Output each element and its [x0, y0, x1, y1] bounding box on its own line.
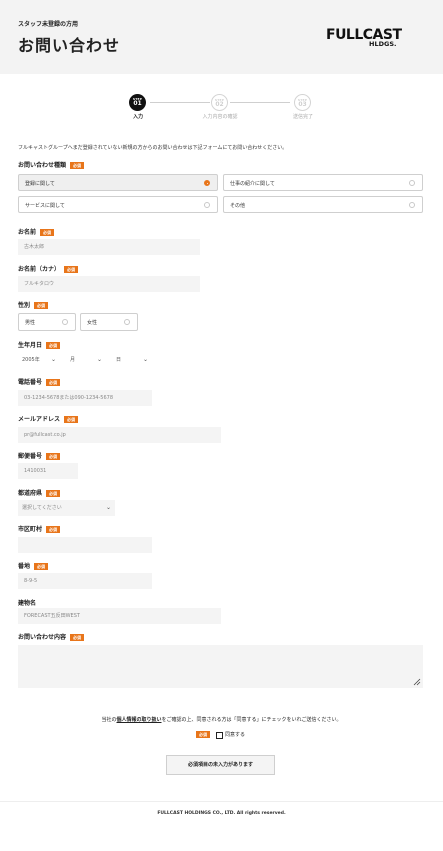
phone-input[interactable]: 03-1234-5678または090-1234-5678 [18, 390, 152, 406]
required-badge: 必須 [64, 416, 79, 423]
birthdate-label: 生年月日 必須 [18, 340, 61, 349]
required-badge: 必須 [46, 379, 61, 386]
agree-row: 必須 [196, 731, 210, 738]
required-badge: 必須 [40, 229, 55, 236]
chevron-down-icon: ⌄ [96, 356, 102, 363]
street-input[interactable]: 8-9-5 [18, 573, 152, 589]
chevron-down-icon: ⌄ [50, 356, 56, 363]
step-1-label: 入力 [132, 114, 143, 120]
city-label: 市区町村 必須 [18, 524, 61, 533]
required-badge: 必須 [70, 162, 85, 169]
email-input[interactable]: pr@fullcast.co.jp [18, 427, 221, 443]
birth-day-select[interactable]: 日 ⌄ [112, 352, 152, 368]
privacy-policy-link[interactable]: 個人情報の取り扱い [116, 717, 161, 723]
required-badge: 必須 [196, 731, 210, 738]
radio-unchecked-icon [409, 180, 415, 186]
postal-input[interactable]: 1410031 [18, 463, 78, 479]
radio-unchecked-icon [409, 202, 415, 208]
step-1-circle: STEP 01 [129, 94, 146, 111]
birth-year-select[interactable]: 2005年 ⌄ [18, 352, 60, 368]
prefecture-select[interactable]: 選択してください ⌄ [18, 500, 115, 516]
radio-inquiry-other[interactable]: その他 [223, 196, 423, 213]
consent-text: 当社の個人情報の取り扱いをご確認の上、同意される方は「同意する」にチェックをいれ… [101, 717, 342, 723]
radio-unchecked-icon [204, 202, 210, 208]
radio-gender-female[interactable]: 女性 [80, 313, 138, 331]
kana-label: お名前（カナ） 必須 [18, 264, 79, 273]
chevron-down-icon: ⌄ [105, 504, 111, 511]
radio-inquiry-service[interactable]: サービスに関して [18, 196, 218, 213]
postal-label: 郵便番号 必須 [18, 451, 61, 460]
street-label: 番地 必須 [18, 561, 49, 570]
radio-unchecked-icon [124, 319, 130, 325]
footer-copyright: FULLCAST HOLDINGS CO., LTD. All rights r… [157, 811, 286, 816]
required-badge: 必須 [46, 490, 61, 497]
logo-subtext: HLDGS. [369, 40, 397, 48]
step-2-circle: STEP 02 [211, 94, 228, 111]
required-badge: 必須 [70, 634, 85, 641]
chevron-down-icon: ⌄ [142, 356, 148, 363]
content-textarea[interactable] [18, 645, 423, 688]
required-badge: 必須 [46, 526, 61, 533]
gender-label: 性別 必須 [18, 300, 49, 309]
step-3-circle: STEP 03 [294, 94, 311, 111]
stepper-connector [230, 102, 290, 103]
agree-checkbox[interactable] [216, 732, 223, 739]
submit-button[interactable]: 必須項目の未入力があります [166, 755, 275, 775]
phone-label: 電話番号 必須 [18, 377, 61, 386]
city-input[interactable] [18, 537, 152, 553]
company-logo[interactable]: FULLCAST HLDGS. [326, 27, 406, 51]
page-header: スタッフ未登録の方用 お問い合わせ FULLCAST HLDGS. [0, 0, 443, 74]
required-badge: 必須 [34, 302, 49, 309]
resize-handle-icon[interactable] [413, 678, 421, 686]
radio-unchecked-icon [62, 319, 68, 325]
prefecture-label: 都道府県 必須 [18, 488, 61, 497]
radio-inquiry-registration[interactable]: 登録に関して [18, 174, 218, 191]
kana-input[interactable]: フルキタロウ [18, 276, 200, 292]
birth-month-select[interactable]: 月 ⌄ [66, 352, 106, 368]
intro-text: フルキャストグループへまだ登録されていない新規の方からのお問い合わせは下記フォー… [18, 145, 288, 151]
radio-inquiry-job[interactable]: 仕事の紹介に関して [223, 174, 423, 191]
agree-label[interactable]: 同意する [225, 731, 245, 738]
inquiry-type-label: お問い合わせ種類 必須 [18, 160, 85, 169]
email-label: メールアドレス 必須 [18, 414, 79, 423]
step-3-label: 送信完了 [292, 114, 313, 120]
required-badge: 必須 [46, 453, 61, 460]
content-label: お問い合わせ内容 必須 [18, 632, 85, 641]
required-badge: 必須 [46, 342, 61, 349]
step-2-label: 入力内容の確認 [202, 114, 238, 120]
stepper-connector [150, 102, 210, 103]
page-subtitle: スタッフ未登録の方用 [18, 21, 79, 28]
radio-checked-icon [204, 180, 210, 186]
name-label: お名前 必須 [18, 227, 55, 236]
radio-gender-male[interactable]: 男性 [18, 313, 76, 331]
page-title: お問い合わせ [18, 36, 121, 55]
building-label: 建物名 [18, 600, 37, 607]
name-input[interactable]: 古木太郎 [18, 239, 200, 255]
required-badge: 必須 [64, 266, 79, 273]
building-input[interactable]: FORECAST五反田WEST [18, 608, 221, 624]
required-badge: 必須 [34, 563, 49, 570]
footer-divider [0, 801, 443, 802]
